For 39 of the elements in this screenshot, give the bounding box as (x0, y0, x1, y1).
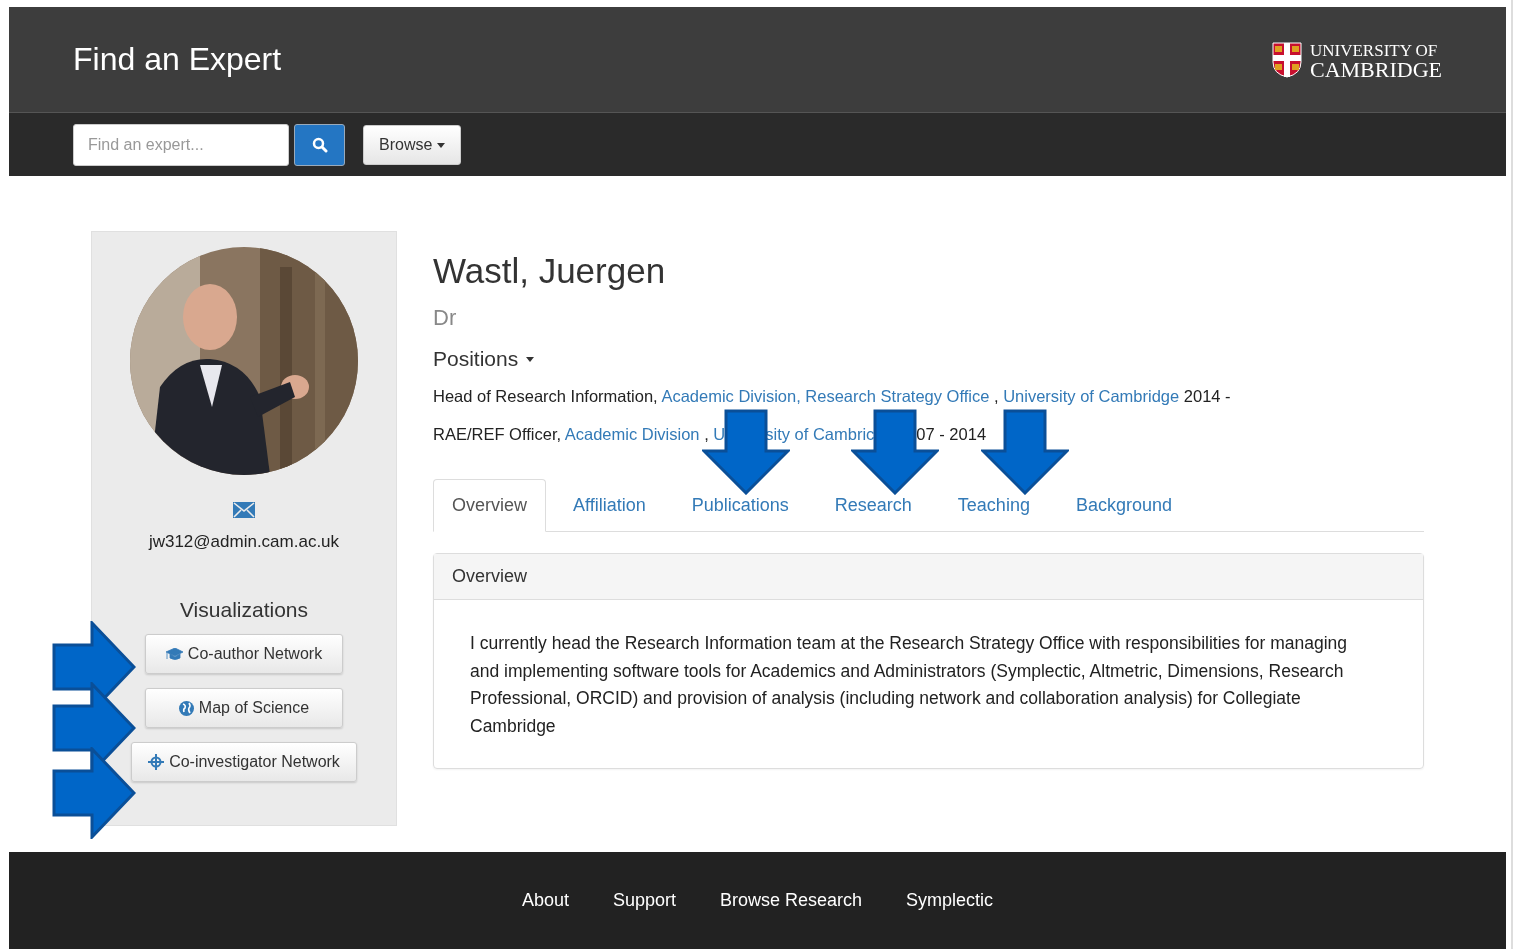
search-field[interactable]: Find an expert... (73, 123, 289, 166)
browse-dropdown[interactable]: Browse (363, 124, 461, 165)
envelope-icon (233, 502, 255, 518)
positions-toggle[interactable]: Positions (433, 347, 535, 371)
visualization-button[interactable]: Co-investigator Network (131, 742, 357, 782)
footer-link[interactable]: Browse Research (720, 890, 863, 911)
footer-link[interactable]: Symplectic (906, 890, 994, 911)
tab[interactable]: Overview (433, 479, 546, 532)
position-link[interactable]: Academic Division, Research Strategy Office (661, 387, 990, 405)
position-link[interactable]: Academic Division (564, 425, 700, 443)
visualization-button[interactable]: Co-author Network (145, 634, 343, 674)
visualization-button[interactable]: Map of Science (145, 688, 343, 728)
globe-icon (178, 700, 194, 716)
tab[interactable]: Publications (672, 479, 808, 532)
site-title: Find an Expert (73, 41, 282, 78)
footer-link[interactable]: About (521, 890, 569, 911)
position-link[interactable]: U (713, 425, 726, 443)
tab[interactable]: Research (815, 479, 931, 532)
panel-heading: Overview (452, 566, 527, 587)
academic-title: Dr (433, 305, 458, 331)
graduation-cap-icon (165, 647, 183, 661)
overview-text: I currently head the Research Information team at the Research Strategy Office with responsibilities for managing and implementing software tools for Academics and Administrators (Symplectic, Altmetric, Dimensions, Research Professional, ORCID) and provision of analysis (including network and collaboration analysis) for Collegiate Cambridge (469, 632, 1349, 738)
university-logo-text: UNIVERSITY OF (1310, 40, 1439, 60)
section-heading: Visualizations (180, 598, 308, 622)
search-button[interactable] (294, 123, 345, 166)
tab[interactable]: Affiliation (554, 479, 665, 532)
crosshair-icon (148, 754, 165, 770)
tab[interactable]: Teaching (938, 479, 1049, 532)
footer-link[interactable]: Support (612, 890, 676, 911)
person-name: Wastl, Juergen (433, 251, 667, 291)
position-link[interactable]: University of Cambridge (1003, 387, 1180, 405)
university-logo-text: CAMBRIDGE (1310, 59, 1442, 79)
tab[interactable]: Background (1056, 479, 1191, 532)
position-text: RAE/REF Officer, Academic Division , U (433, 424, 726, 445)
search-icon (311, 136, 328, 153)
position-text: Head of Research Information, Academic Division, Research Strategy Office , University of Cambridge 2014 - (433, 386, 1231, 407)
crest-icon (1272, 41, 1302, 78)
position-text: 07 - 2014 (916, 424, 987, 445)
email-address: jw312@admin.cam.ac.uk (148, 532, 340, 552)
